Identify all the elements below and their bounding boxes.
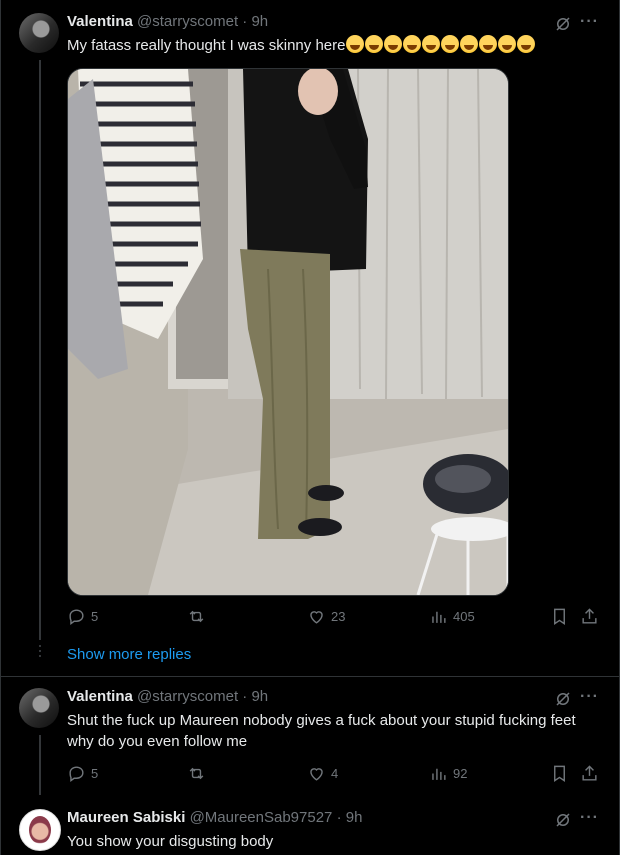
tweet-header: Valentina @starryscomet · 9h bbox=[67, 687, 268, 707]
grok-icon[interactable] bbox=[554, 690, 572, 708]
handle[interactable]: @starryscomet bbox=[137, 13, 238, 30]
laughing-emoji-icon bbox=[479, 35, 498, 53]
views-count: 92 bbox=[453, 766, 468, 781]
views-icon bbox=[432, 768, 446, 780]
bookmark-button[interactable] bbox=[550, 764, 574, 783]
bookmark-icon bbox=[554, 608, 565, 625]
avatar[interactable] bbox=[19, 809, 61, 851]
laughing-emoji-icon bbox=[422, 35, 441, 53]
thread-gap-dots bbox=[38, 642, 42, 660]
tweet-header: Valentina @starryscomet · 9h bbox=[67, 12, 268, 32]
laughing-emoji-icon bbox=[517, 35, 536, 53]
avatar-face bbox=[29, 816, 51, 844]
fitting-room-photo bbox=[68, 69, 508, 595]
views-count: 405 bbox=[453, 609, 475, 624]
more-icon[interactable]: ··· bbox=[580, 13, 599, 31]
separator: · bbox=[332, 809, 346, 826]
display-name[interactable]: Maureen Sabiski bbox=[67, 809, 185, 826]
display-name[interactable]: Valentina bbox=[67, 13, 133, 30]
bookmark-button[interactable] bbox=[550, 607, 574, 626]
laughing-emoji-icon bbox=[346, 35, 365, 53]
tweet-header: Maureen Sabiski @MaureenSab97527 · 9h bbox=[67, 808, 362, 828]
handle[interactable]: @starryscomet bbox=[137, 688, 238, 705]
laughing-emoji-icon bbox=[498, 35, 517, 53]
display-name[interactable]: Valentina bbox=[67, 688, 133, 705]
laughing-emoji-icon bbox=[403, 35, 422, 53]
reply-count: 5 bbox=[91, 609, 99, 624]
timeline-left-border bbox=[0, 0, 1, 855]
reply-icon bbox=[69, 609, 84, 626]
thread-connector bbox=[39, 735, 41, 795]
like-count: 23 bbox=[331, 609, 346, 624]
tweet-text: Shut the fuck up Maureen nobody gives a … bbox=[67, 712, 576, 750]
views-button[interactable]: 405 bbox=[429, 607, 475, 626]
laughing-emoji-icon bbox=[384, 35, 403, 53]
timestamp[interactable]: 9h bbox=[251, 688, 268, 705]
like-button[interactable]: 23 bbox=[307, 607, 345, 626]
tweet-body: My fatass really thought I was skinny he… bbox=[67, 37, 346, 54]
laughing-emoji-icon bbox=[365, 35, 384, 53]
reply-count: 5 bbox=[91, 766, 99, 781]
reply-icon bbox=[69, 766, 84, 783]
timestamp[interactable]: 9h bbox=[251, 13, 268, 30]
share-icon bbox=[582, 765, 597, 781]
like-icon bbox=[310, 611, 323, 624]
laughing-emoji-icon bbox=[460, 35, 479, 53]
grok-icon[interactable] bbox=[554, 811, 572, 829]
views-icon bbox=[432, 611, 446, 623]
retweet-icon bbox=[189, 610, 204, 623]
separator: · bbox=[238, 688, 252, 705]
emoji-row bbox=[345, 35, 536, 54]
like-count: 4 bbox=[331, 766, 339, 781]
grok-icon[interactable] bbox=[554, 15, 572, 33]
like-button[interactable]: 4 bbox=[307, 764, 338, 783]
views-button[interactable]: 92 bbox=[429, 764, 467, 783]
tweet-actions: 5 23 405 bbox=[67, 607, 607, 627]
divider bbox=[1, 676, 619, 677]
avatar[interactable] bbox=[19, 13, 59, 53]
avatar[interactable] bbox=[19, 688, 59, 728]
reply-button[interactable]: 5 bbox=[67, 607, 98, 626]
show-more-replies-link[interactable]: Show more replies bbox=[67, 646, 191, 663]
bookmark-icon bbox=[554, 765, 565, 782]
retweet-button[interactable] bbox=[187, 764, 211, 783]
tweet-actions: 5 4 92 bbox=[67, 764, 607, 784]
handle[interactable]: @MaureenSab97527 bbox=[190, 809, 333, 826]
thread-connector bbox=[39, 60, 41, 640]
more-icon[interactable]: ··· bbox=[580, 688, 599, 706]
like-icon bbox=[310, 768, 323, 781]
share-button[interactable] bbox=[580, 607, 604, 626]
reply-button[interactable]: 5 bbox=[67, 764, 98, 783]
share-icon bbox=[582, 608, 597, 624]
tweet-text: My fatass really thought I was skinny he… bbox=[67, 35, 587, 56]
separator: · bbox=[238, 13, 252, 30]
timestamp[interactable]: 9h bbox=[346, 809, 363, 826]
tweet-text: You show your disgusting body bbox=[67, 833, 274, 850]
laughing-emoji-icon bbox=[441, 35, 460, 53]
retweet-icon bbox=[189, 767, 204, 780]
retweet-button[interactable] bbox=[187, 607, 211, 626]
share-button[interactable] bbox=[580, 764, 604, 783]
more-icon[interactable]: ··· bbox=[580, 809, 599, 827]
tweet-photo[interactable] bbox=[67, 68, 509, 596]
